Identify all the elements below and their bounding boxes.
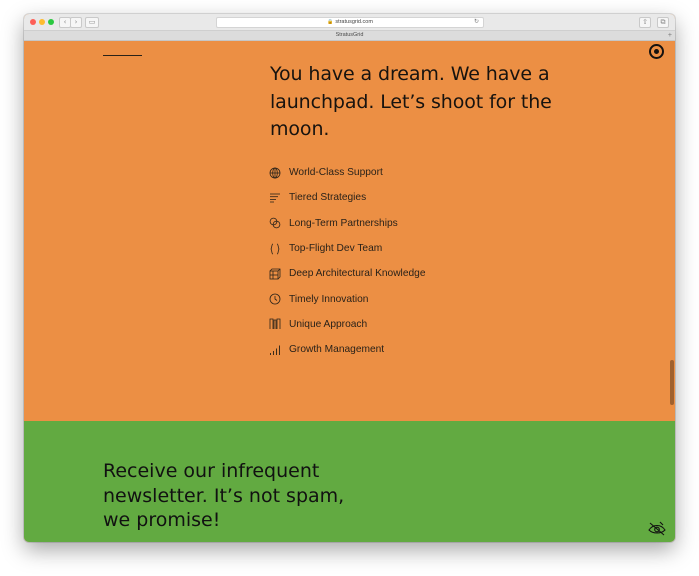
reload-icon[interactable]: ↻ xyxy=(474,18,479,27)
scrollbar[interactable] xyxy=(669,41,675,542)
lines-icon xyxy=(269,192,281,204)
forward-button[interactable]: › xyxy=(70,17,82,28)
lock-icon: 🔒 xyxy=(327,19,334,25)
share-button[interactable]: ⇧ xyxy=(639,17,651,28)
feature-label: Tiered Strategies xyxy=(289,192,367,204)
feature-item: Timely Innovation xyxy=(269,286,425,311)
feature-item: World-Class Support xyxy=(269,160,425,185)
address-bar[interactable]: 🔒 stratusgrid.com ↻ xyxy=(216,17,484,28)
hero-section: You have a dream. We have a launchpad. L… xyxy=(24,41,675,421)
new-tab-icon[interactable]: + xyxy=(668,31,672,40)
maze-icon xyxy=(269,318,281,330)
zoom-window-button[interactable] xyxy=(48,19,54,25)
braces-icon xyxy=(269,243,281,255)
newsletter-headline: Receive our infrequent newsletter. It’s … xyxy=(103,460,345,531)
browser-toolbar: ‹ › ▭ 🔒 stratusgrid.com ↻ ⇧ ⧉ xyxy=(24,14,675,31)
share-icon: ⇧ xyxy=(642,18,648,26)
sidebar-icon: ▭ xyxy=(88,18,96,26)
feature-label: Timely Innovation xyxy=(289,293,369,305)
tabs-icon: ⧉ xyxy=(660,18,666,26)
chevron-right-icon: › xyxy=(74,18,78,26)
sidebar-toggle-button[interactable]: ▭ xyxy=(85,17,99,28)
feature-item: Unique Approach xyxy=(269,312,425,337)
clock-icon xyxy=(269,293,281,305)
tab-bar: StratusGrid + xyxy=(24,31,675,41)
feature-item: Tiered Strategies xyxy=(269,185,425,210)
logo-circle-icon[interactable] xyxy=(649,44,664,59)
feature-label: Top-Flight Dev Team xyxy=(289,243,383,255)
feature-label: Deep Architectural Knowledge xyxy=(289,268,426,280)
feature-label: Growth Management xyxy=(289,344,385,356)
feature-label: World-Class Support xyxy=(289,167,383,179)
feature-item: Deep Architectural Knowledge xyxy=(269,261,425,286)
eye-logo-icon[interactable] xyxy=(647,519,667,537)
close-window-button[interactable] xyxy=(30,19,36,25)
feature-item: Growth Management xyxy=(269,337,425,362)
hero-headline: You have a dream. We have a launchpad. L… xyxy=(270,63,552,140)
newsletter-section: Receive our infrequent newsletter. It’s … xyxy=(24,421,675,542)
feature-label: Unique Approach xyxy=(289,318,368,330)
divider xyxy=(103,55,142,56)
url-text: stratusgrid.com xyxy=(335,19,373,25)
cube-icon xyxy=(269,268,281,280)
feature-label: Long-Term Partnerships xyxy=(289,217,398,229)
show-tabs-button[interactable]: ⧉ xyxy=(657,17,669,28)
browser-window: ‹ › ▭ 🔒 stratusgrid.com ↻ ⇧ ⧉ StratusGrid… xyxy=(24,14,675,542)
chevron-left-icon: ‹ xyxy=(63,18,67,26)
scrollbar-thumb[interactable] xyxy=(670,360,674,405)
minimize-window-button[interactable] xyxy=(39,19,45,25)
tab-title[interactable]: StratusGrid xyxy=(336,32,364,38)
bar-chart-icon xyxy=(269,344,281,356)
feature-list: World-Class Support Tiered Strategies Lo… xyxy=(269,160,425,362)
globe-icon xyxy=(269,167,281,179)
feature-item: Top-Flight Dev Team xyxy=(269,236,425,261)
feature-item: Long-Term Partnerships xyxy=(269,211,425,236)
link-circles-icon xyxy=(269,217,281,229)
